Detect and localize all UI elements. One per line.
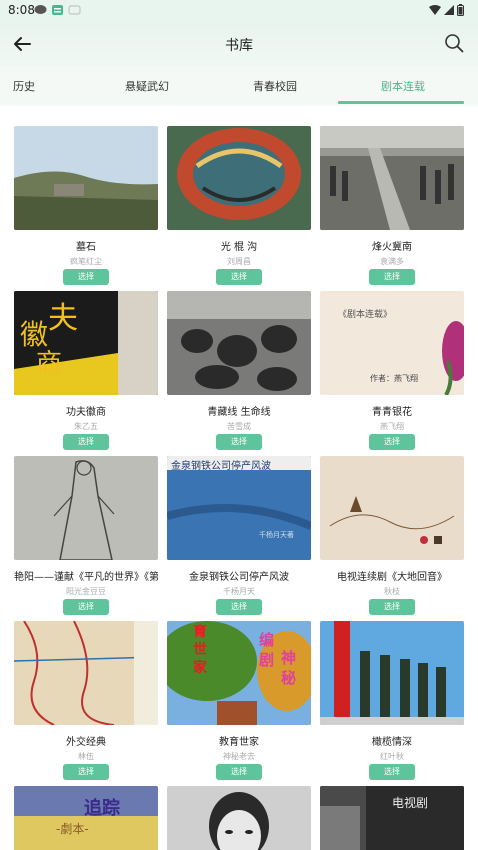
cover-text: 剧 xyxy=(259,651,275,669)
book-author: 千杨月天 xyxy=(223,587,255,596)
book-title: 教育世家 xyxy=(219,737,259,748)
select-button[interactable]: 选择 xyxy=(369,599,415,615)
cover-text: 夫 xyxy=(48,301,78,336)
book-cover[interactable] xyxy=(320,456,464,560)
select-button[interactable]: 选择 xyxy=(63,764,109,780)
book-author: 疯笔红尘 xyxy=(70,257,102,266)
book-card[interactable]: 金泉钢铁公司停产风波 千杨月天著 金泉钢铁公司停产风波 千杨月天 选择 xyxy=(167,456,311,615)
book-author: 阳光金豆豆 xyxy=(66,587,106,596)
wifi-icon xyxy=(429,5,441,15)
book-author: 红叶秋 xyxy=(380,752,404,761)
book-card[interactable]: 青藏线 生命线 苦雪成 选择 xyxy=(167,291,311,450)
select-button[interactable]: 选择 xyxy=(369,269,415,285)
search-icon[interactable] xyxy=(444,33,464,53)
book-title: 光 棍 沟 xyxy=(220,242,258,253)
book-card[interactable]: 烽火冀南 袁满多 选择 xyxy=(320,126,464,285)
select-button[interactable]: 选择 xyxy=(369,434,415,450)
cover-text: -劇本- xyxy=(56,822,89,836)
select-button[interactable]: 选择 xyxy=(216,434,262,450)
select-button[interactable]: 选择 xyxy=(63,599,109,615)
cover-text: 《剧本连载》 xyxy=(338,310,393,320)
tab-script-serial[interactable]: 剧本连载 xyxy=(381,78,425,94)
book-cover[interactable] xyxy=(14,126,158,230)
cover-text: 秘 xyxy=(281,669,297,687)
book-author: 神秘老去 xyxy=(223,752,255,761)
book-card[interactable]: 墓石 疯笔红尘 选择 xyxy=(14,126,158,285)
book-title: 金泉钢铁公司停产风波 xyxy=(189,572,289,583)
book-card[interactable] xyxy=(167,786,311,850)
book-cover[interactable] xyxy=(14,621,158,725)
book-author: 刘周昌 xyxy=(227,257,251,266)
app-header: 书库 xyxy=(0,22,478,66)
app-notification-icon xyxy=(52,5,63,15)
book-title: 墓石 xyxy=(76,242,96,253)
cover-text: 编 xyxy=(259,631,275,649)
book-author: 秋枝 xyxy=(384,587,400,596)
book-author: 苦雪成 xyxy=(227,422,251,431)
book-title: 功夫徽商 xyxy=(66,407,106,418)
book-card[interactable]: 夫 徽 商 功夫徽商 朱乙五 选择 xyxy=(14,291,158,450)
book-author: 林伍 xyxy=(78,752,94,761)
cover-text: 育 xyxy=(193,624,207,640)
book-card[interactable]: 艳阳——谨献《平凡的世界》《第 阳光金豆豆 选择 xyxy=(14,456,158,615)
select-button[interactable]: 选择 xyxy=(63,434,109,450)
book-cover[interactable] xyxy=(14,456,158,560)
cover-text: 金泉钢铁公司停产风波 xyxy=(171,461,271,472)
book-card[interactable]: 追踪 -劇本- xyxy=(14,786,158,850)
book-card[interactable]: 光 棍 沟 刘周昌 选择 xyxy=(167,126,311,285)
book-cover[interactable]: 夫 徽 商 xyxy=(14,291,158,395)
category-tabs: 历史 悬疑武幻 青春校园 剧本连载 xyxy=(0,66,478,106)
cover-text: 电视剧 xyxy=(392,796,429,810)
book-card[interactable]: 《剧本连载》 作者：燕飞翔 青青银花 燕飞翔 选择 xyxy=(320,291,464,450)
book-title: 青藏线 生命线 xyxy=(207,407,271,418)
book-author: 燕飞翔 xyxy=(380,422,404,431)
book-cover[interactable] xyxy=(167,291,311,395)
book-card[interactable]: 外交经典 林伍 选择 xyxy=(14,621,158,780)
book-title: 电视连续剧《大地回音》 xyxy=(337,572,447,583)
book-cover[interactable]: 育 世 家 编 剧 神 秘 xyxy=(167,621,311,725)
page-title: 书库 xyxy=(225,38,253,54)
select-button[interactable]: 选择 xyxy=(216,269,262,285)
tab-campus[interactable]: 青春校园 xyxy=(253,78,297,94)
cover-text: 追踪 xyxy=(84,798,120,819)
select-button[interactable]: 选择 xyxy=(216,764,262,780)
book-title: 艳阳——谨献《平凡的世界》《第 xyxy=(14,572,158,583)
book-title: 橄榄情深 xyxy=(372,737,412,748)
select-button[interactable]: 选择 xyxy=(216,599,262,615)
tab-history[interactable]: 历史 xyxy=(13,78,35,94)
notification-dot-icon xyxy=(68,5,81,15)
book-cover[interactable]: 《剧本连载》 作者：燕飞翔 xyxy=(320,291,464,395)
book-title: 青青银花 xyxy=(372,407,412,418)
book-cover[interactable]: 电视剧 xyxy=(320,786,464,850)
book-cover[interactable]: 金泉钢铁公司停产风波 千杨月天著 xyxy=(167,456,311,560)
tab-mystery[interactable]: 悬疑武幻 xyxy=(125,78,169,94)
cover-text: 家 xyxy=(193,660,207,676)
battery-icon xyxy=(457,4,464,16)
book-title: 烽火冀南 xyxy=(372,242,412,253)
message-icon xyxy=(34,5,47,14)
book-card[interactable]: 育 世 家 编 剧 神 秘 教育世家 神秘老去 选择 xyxy=(167,621,311,780)
book-author: 朱乙五 xyxy=(74,422,98,431)
select-button[interactable]: 选择 xyxy=(369,764,415,780)
book-author: 袁满多 xyxy=(380,257,404,266)
status-bar: 8:08 xyxy=(0,0,478,22)
book-card[interactable]: 橄榄情深 红叶秋 选择 xyxy=(320,621,464,780)
book-cover[interactable] xyxy=(320,126,464,230)
book-cover[interactable] xyxy=(167,786,311,850)
cover-text: 商 xyxy=(36,349,63,379)
book-cover[interactable] xyxy=(320,621,464,725)
status-time: 8:08 xyxy=(8,3,35,17)
cover-text: 作者：燕飞翔 xyxy=(370,374,418,383)
select-button[interactable]: 选择 xyxy=(63,269,109,285)
book-card[interactable]: 电视剧 xyxy=(320,786,464,850)
cover-text: 千杨月天著 xyxy=(259,531,294,539)
book-card[interactable]: 电视连续剧《大地回音》 秋枝 选择 xyxy=(320,456,464,615)
book-cover[interactable]: 追踪 -劇本- xyxy=(14,786,158,850)
signal-icon xyxy=(444,5,454,15)
cover-text: 世 xyxy=(193,642,207,658)
cover-text: 神 xyxy=(281,649,297,667)
book-cover[interactable] xyxy=(167,126,311,230)
book-title: 外交经典 xyxy=(66,737,106,748)
active-tab-indicator xyxy=(338,101,464,104)
